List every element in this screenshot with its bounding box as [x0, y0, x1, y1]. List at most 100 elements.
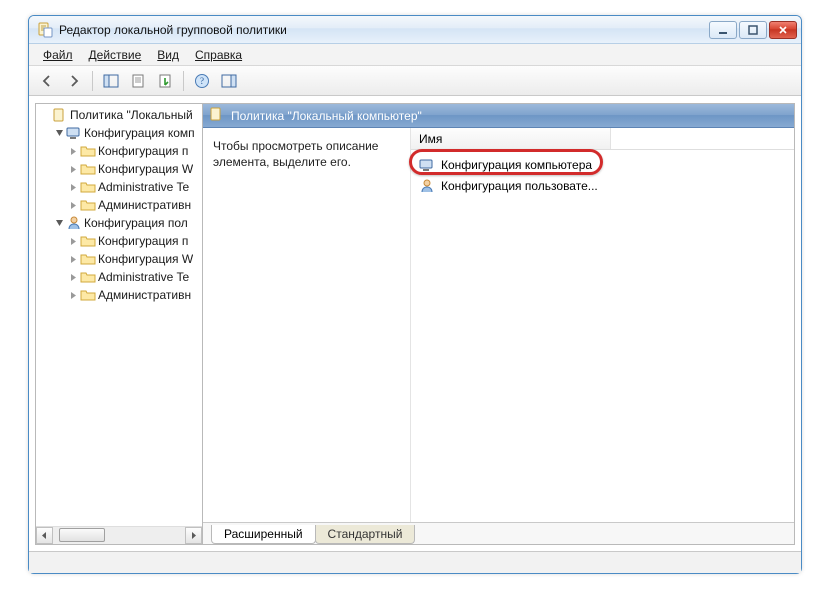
tree-label: Конфигурация п: [98, 234, 188, 248]
details-body: Чтобы просмотреть описание элемента, выд…: [203, 128, 794, 522]
export-list-button[interactable]: [153, 69, 177, 93]
tree-item[interactable]: Administrative Te: [36, 268, 202, 286]
folder-icon: [80, 197, 96, 213]
properties-button[interactable]: [126, 69, 150, 93]
window-title: Редактор локальной групповой политики: [59, 23, 707, 37]
column-header-row: Имя: [411, 128, 794, 150]
tree-label: Administrative Te: [98, 270, 189, 284]
collapse-icon[interactable]: [52, 216, 66, 230]
close-button[interactable]: [769, 21, 797, 39]
policy-icon: [52, 107, 68, 123]
tree-label: Политика "Локальный: [70, 108, 193, 122]
forward-button[interactable]: [62, 69, 86, 93]
menu-file[interactable]: Файл: [35, 44, 81, 65]
policy-icon: [209, 106, 225, 125]
folder-icon: [80, 233, 96, 249]
tree-user-config[interactable]: Конфигурация пол: [36, 214, 202, 232]
menubar: Файл Действие Вид Справка: [29, 44, 801, 66]
list-item-computer-config[interactable]: Конфигурация компьютера: [411, 154, 794, 175]
computer-icon: [419, 157, 435, 173]
show-hide-tree-button[interactable]: [99, 69, 123, 93]
maximize-button[interactable]: [739, 21, 767, 39]
tree-label: Административн: [98, 198, 191, 212]
back-button[interactable]: [35, 69, 59, 93]
tree-panel: Политика "Локальный Конфигурация комп Ко…: [35, 103, 203, 545]
svg-text:?: ?: [200, 76, 204, 86]
tree-item[interactable]: Administrative Te: [36, 178, 202, 196]
titlebar: Редактор локальной групповой политики: [29, 16, 801, 44]
expand-icon[interactable]: [66, 234, 80, 248]
list-item-label: Конфигурация пользовате...: [441, 179, 598, 193]
column-name[interactable]: Имя: [411, 128, 611, 149]
expand-icon[interactable]: [66, 288, 80, 302]
scroll-left-button[interactable]: [36, 527, 53, 544]
details-header-title: Политика "Локальный компьютер": [231, 109, 422, 123]
tree-label: Конфигурация комп: [84, 126, 195, 140]
description-pane: Чтобы просмотреть описание элемента, выд…: [203, 128, 411, 522]
menu-view[interactable]: Вид: [149, 44, 187, 65]
user-icon: [419, 178, 435, 194]
tree-item[interactable]: Конфигурация W: [36, 160, 202, 178]
expand-icon[interactable]: [66, 252, 80, 266]
expand-icon[interactable]: [66, 180, 80, 194]
tree[interactable]: Политика "Локальный Конфигурация комп Ко…: [36, 104, 202, 526]
statusbar: [29, 551, 801, 573]
window-controls: [707, 21, 797, 39]
help-button[interactable]: ?: [190, 69, 214, 93]
tree-label: Административн: [98, 288, 191, 302]
menu-action[interactable]: Действие: [81, 44, 150, 65]
folder-icon: [80, 179, 96, 195]
list-pane: Имя Конфигурация компьютера Конфигурация…: [411, 128, 794, 522]
folder-icon: [80, 287, 96, 303]
expand-icon[interactable]: [66, 162, 80, 176]
client-area: Политика "Локальный Конфигурация комп Ко…: [29, 96, 801, 551]
tree-item[interactable]: Конфигурация п: [36, 142, 202, 160]
tree-root[interactable]: Политика "Локальный: [36, 106, 202, 124]
folder-icon: [80, 251, 96, 267]
collapse-icon[interactable]: [52, 126, 66, 140]
scroll-thumb[interactable]: [59, 528, 105, 542]
expand-icon[interactable]: [66, 270, 80, 284]
details-header: Политика "Локальный компьютер": [203, 104, 794, 128]
folder-icon: [80, 161, 96, 177]
expand-icon[interactable]: [66, 198, 80, 212]
computer-icon: [66, 125, 82, 141]
action-pane-button[interactable]: [217, 69, 241, 93]
tree-item[interactable]: Административн: [36, 286, 202, 304]
expand-icon[interactable]: [66, 144, 80, 158]
tree-label: Конфигурация W: [98, 252, 193, 266]
tree-item[interactable]: Конфигурация п: [36, 232, 202, 250]
tree-computer-config[interactable]: Конфигурация комп: [36, 124, 202, 142]
toolbar: ?: [29, 66, 801, 96]
tab-standard[interactable]: Стандартный: [315, 525, 416, 544]
minimize-button[interactable]: [709, 21, 737, 39]
app-icon: [37, 22, 53, 38]
tree-label: Конфигурация п: [98, 144, 188, 158]
scroll-track[interactable]: [53, 527, 185, 544]
blank-expander: [38, 108, 52, 122]
tree-label: Administrative Te: [98, 180, 189, 194]
user-icon: [66, 215, 82, 231]
list-item-user-config[interactable]: Конфигурация пользовате...: [411, 175, 794, 196]
tab-label: Расширенный: [224, 527, 303, 541]
column-name-label: Имя: [419, 132, 442, 146]
list-item-label: Конфигурация компьютера: [441, 158, 592, 172]
scroll-right-button[interactable]: [185, 527, 202, 544]
tree-label: Конфигурация W: [98, 162, 193, 176]
list-body: Конфигурация компьютера Конфигурация пол…: [411, 150, 794, 522]
tree-item[interactable]: Административн: [36, 196, 202, 214]
menu-help[interactable]: Справка: [187, 44, 250, 65]
toolbar-separator: [92, 71, 93, 91]
tree-horizontal-scrollbar[interactable]: [36, 526, 202, 544]
folder-icon: [80, 143, 96, 159]
details-panel: Политика "Локальный компьютер" Чтобы про…: [203, 103, 795, 545]
tab-label: Стандартный: [328, 527, 403, 541]
gpedit-window: Редактор локальной групповой политики Фа…: [28, 15, 802, 574]
description-text: Чтобы просмотреть описание элемента, выд…: [213, 139, 378, 169]
tree-label: Конфигурация пол: [84, 216, 188, 230]
view-tabs: Расширенный Стандартный: [203, 522, 794, 544]
folder-icon: [80, 269, 96, 285]
tree-item[interactable]: Конфигурация W: [36, 250, 202, 268]
tab-extended[interactable]: Расширенный: [211, 525, 316, 544]
toolbar-separator: [183, 71, 184, 91]
